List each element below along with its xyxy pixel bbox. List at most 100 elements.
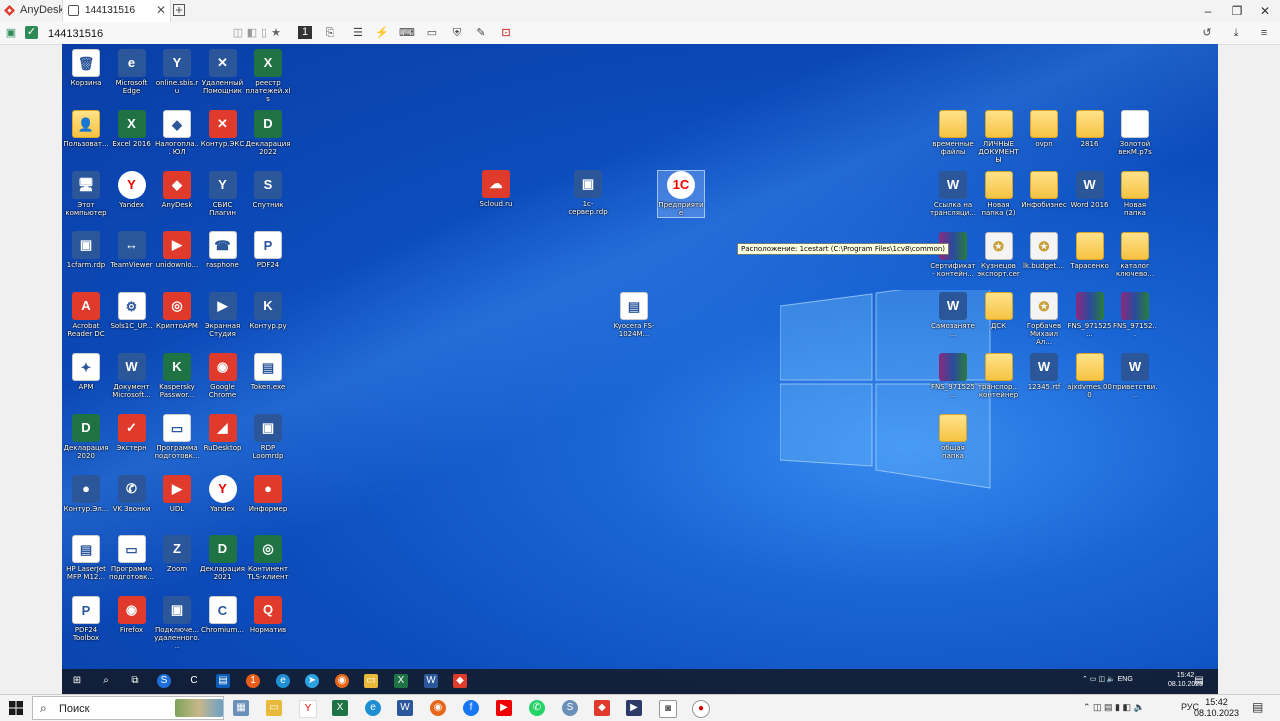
- maximize-button[interactable]: ❐: [1222, 2, 1252, 20]
- permissions-shield-icon[interactable]: ⛨: [449, 25, 465, 41]
- calculator-icon[interactable]: ▦: [233, 700, 249, 716]
- record-icon[interactable]: ⊡: [498, 25, 514, 41]
- desktop-icon[interactable]: ● Информер: [245, 474, 291, 513]
- desktop-icon[interactable]: Yonline.sbis.ru: [154, 49, 200, 95]
- actions-icon[interactable]: ⚡: [374, 25, 390, 41]
- desktop-icon[interactable]: ЛИЧНЫЕ ДОКУМЕНТЫ: [976, 110, 1022, 164]
- desktop-icon[interactable]: временные файлы: [930, 110, 976, 156]
- close-button[interactable]: ✕: [1250, 2, 1280, 20]
- desktop-icon[interactable]: ▶ UDL: [154, 474, 200, 513]
- download-icon[interactable]: ⤓: [1228, 25, 1244, 41]
- favorite-star-icon[interactable]: ★: [268, 25, 284, 41]
- desktop-icon[interactable]: ◆ Налогопла... ЮЛ: [154, 109, 200, 156]
- desktop-icon[interactable]: Инфобизнес: [1021, 170, 1067, 209]
- desktop-icon[interactable]: W Word 2016: [1067, 170, 1113, 209]
- desktop-icon[interactable]: Тарасенко: [1067, 231, 1113, 270]
- sputnik-icon[interactable]: S: [562, 700, 578, 716]
- remote-sputnik-icon[interactable]: S: [157, 674, 171, 688]
- desktop-icon[interactable]: ✪ Горбачев Михаил Ал...: [1021, 292, 1067, 346]
- desktop-icon[interactable]: Xреестр платежей.xls: [245, 49, 291, 103]
- desktop-icon[interactable]: X Excel 2016: [109, 109, 155, 148]
- desktop-icon[interactable]: Y Yandex: [109, 170, 155, 209]
- desktop-icon[interactable]: ◉ Firefox: [109, 596, 155, 634]
- desktop-icon[interactable]: ▣ Подключе... удаленного...: [154, 596, 200, 650]
- desktop-icon[interactable]: Золотой векМ.p7s: [1112, 110, 1158, 156]
- remote-telegram-icon[interactable]: ➤: [305, 674, 319, 688]
- desktop-icon[interactable]: ▣ RDP Loomrdp: [245, 413, 291, 460]
- remote-firefox-icon[interactable]: ◉: [335, 674, 349, 688]
- remote-desktop[interactable]: 🗑 Корзина e Microsoft Edge Yonline.sbis.ru ✕ У…: [62, 44, 1218, 694]
- desktop-icon[interactable]: Y СБИС Плагин: [200, 170, 246, 217]
- whatsapp-icon[interactable]: ✆: [529, 700, 545, 716]
- desktop-icon[interactable]: W Ссылка на трансляци...: [930, 170, 976, 217]
- desktop-icon[interactable]: транспор... контейнер: [976, 353, 1022, 399]
- desktop-icon[interactable]: ☁ Scloud.ru: [473, 170, 519, 208]
- desktop-icon[interactable]: Wприветстви...: [1112, 353, 1158, 399]
- desktop-icon[interactable]: e Microsoft Edge: [109, 49, 155, 95]
- desktop-icon[interactable]: ✪ lk.budget....: [1021, 231, 1067, 270]
- desktop-icon[interactable]: ⚙ Sols1C_UP...: [109, 292, 155, 330]
- remote-language[interactable]: ENG: [1118, 676, 1133, 683]
- desktop-icon[interactable]: ✕ Контур.ЭКС: [200, 109, 246, 148]
- desktop-icon[interactable]: ✕ Удаленный Помощник: [200, 49, 246, 95]
- remote-edge-icon[interactable]: e: [276, 674, 290, 688]
- desktop-icon[interactable]: ● Контур.Эл...: [63, 474, 109, 513]
- remote-word-icon[interactable]: W: [424, 674, 438, 688]
- desktop-icon[interactable]: ✆ VK Звонки: [109, 474, 155, 513]
- desktop-icon[interactable]: 🖥 Этот компьютер: [63, 170, 109, 217]
- desktop-icon[interactable]: общая папка: [930, 414, 976, 460]
- desktop-icon[interactable]: Y Yandex: [200, 474, 246, 513]
- desktop-icon[interactable]: ✪ Кузнецов экспорт.cer: [976, 231, 1022, 278]
- recorder-icon[interactable]: ●: [692, 700, 710, 718]
- yandex-browser-icon[interactable]: Y: [299, 700, 317, 718]
- desktop-icon[interactable]: K Kaspersky Passwor...: [154, 353, 200, 399]
- desktop-icon[interactable]: ▣ 1cfarm.rdp: [63, 231, 109, 269]
- display-icon[interactable]: ▭: [424, 25, 440, 41]
- desktop-icon[interactable]: каталог ключево...: [1112, 231, 1158, 278]
- desktop-icon[interactable]: ◎ КриптоАРМ: [154, 292, 200, 330]
- desktop-icon[interactable]: ▤ Token.exe: [245, 353, 291, 391]
- chat-icon[interactable]: ☰: [350, 25, 366, 41]
- local-clock[interactable]: 15:42 08.10.2023: [1194, 697, 1239, 719]
- remote-notifications-icon[interactable]: ▤: [1192, 674, 1206, 688]
- desktop-icon[interactable]: ▤ HP LaserJet MFP M12...: [63, 535, 109, 581]
- file-transfer-icon[interactable]: ⎘: [322, 25, 338, 41]
- notifications-icon[interactable]: ▤: [1252, 700, 1263, 714]
- desktop-icon[interactable]: ↔ TeamViewer: [109, 231, 155, 269]
- desktop-icon[interactable]: ajxdvmes.000: [1067, 353, 1113, 399]
- desktop-icon[interactable]: ✓ Экстерн: [109, 413, 155, 452]
- desktop-icon[interactable]: P PDF24: [245, 231, 291, 269]
- remote-chromium-icon[interactable]: C: [187, 674, 201, 688]
- whiteboard-pen-icon[interactable]: ✎: [473, 25, 489, 41]
- desktop-icon[interactable]: FNS_971525...: [1067, 292, 1113, 338]
- minimize-button[interactable]: –: [1193, 2, 1223, 20]
- desktop-icon[interactable]: K Контур.ру: [245, 292, 291, 330]
- tab-close-icon[interactable]: ✕: [156, 3, 166, 17]
- desktop-icon[interactable]: C Chromium...: [200, 596, 246, 634]
- facebook-icon[interactable]: f: [463, 700, 479, 716]
- desktop-icon[interactable]: ▭ Программа подготовк...: [109, 535, 155, 581]
- desktop-icon[interactable]: P PDF24 Toolbox: [63, 596, 109, 642]
- desktop-icon[interactable]: ◢ RuDesktop: [200, 413, 246, 452]
- desktop-icon[interactable]: ◉ Google Chrome: [200, 353, 246, 399]
- remote-anydesk-icon[interactable]: ◆: [453, 674, 467, 688]
- camera-icon[interactable]: ◙: [659, 700, 677, 718]
- desktop-icon[interactable]: ▣ 1с-сервер.rdp: [565, 170, 611, 216]
- desktop-icon[interactable]: ▤ Kyocera FS-1024M...: [611, 292, 657, 338]
- session-tab[interactable]: 144131516 ✕: [62, 0, 171, 22]
- desktop-icon[interactable]: W Документ Microsoft...: [109, 353, 155, 399]
- remote-start-icon[interactable]: ⊞: [70, 674, 84, 688]
- history-icon[interactable]: ↺: [1199, 25, 1215, 41]
- desktop-icon[interactable]: 👤 Пользоват...: [63, 109, 109, 148]
- desktop-icon[interactable]: Q Норматив: [245, 596, 291, 634]
- desktop-icon[interactable]: D Декларация 2022: [245, 109, 291, 156]
- desktop-icon[interactable]: D Декларация 2020: [63, 413, 109, 460]
- desktop-icon[interactable]: FNS_97152...: [1112, 292, 1158, 338]
- desktop-icon[interactable]: Новая папка (2): [976, 170, 1022, 217]
- desktop-icon[interactable]: Z Zoom: [154, 535, 200, 573]
- desktop-icon[interactable]: FNS_971525...: [930, 353, 976, 399]
- screen-studio-icon[interactable]: ▶: [626, 700, 642, 716]
- desktop-icon[interactable]: ovpn: [1021, 110, 1067, 148]
- desktop-icon[interactable]: 🗑 Корзина: [63, 49, 109, 87]
- remote-search-icon[interactable]: ⌕: [99, 674, 113, 688]
